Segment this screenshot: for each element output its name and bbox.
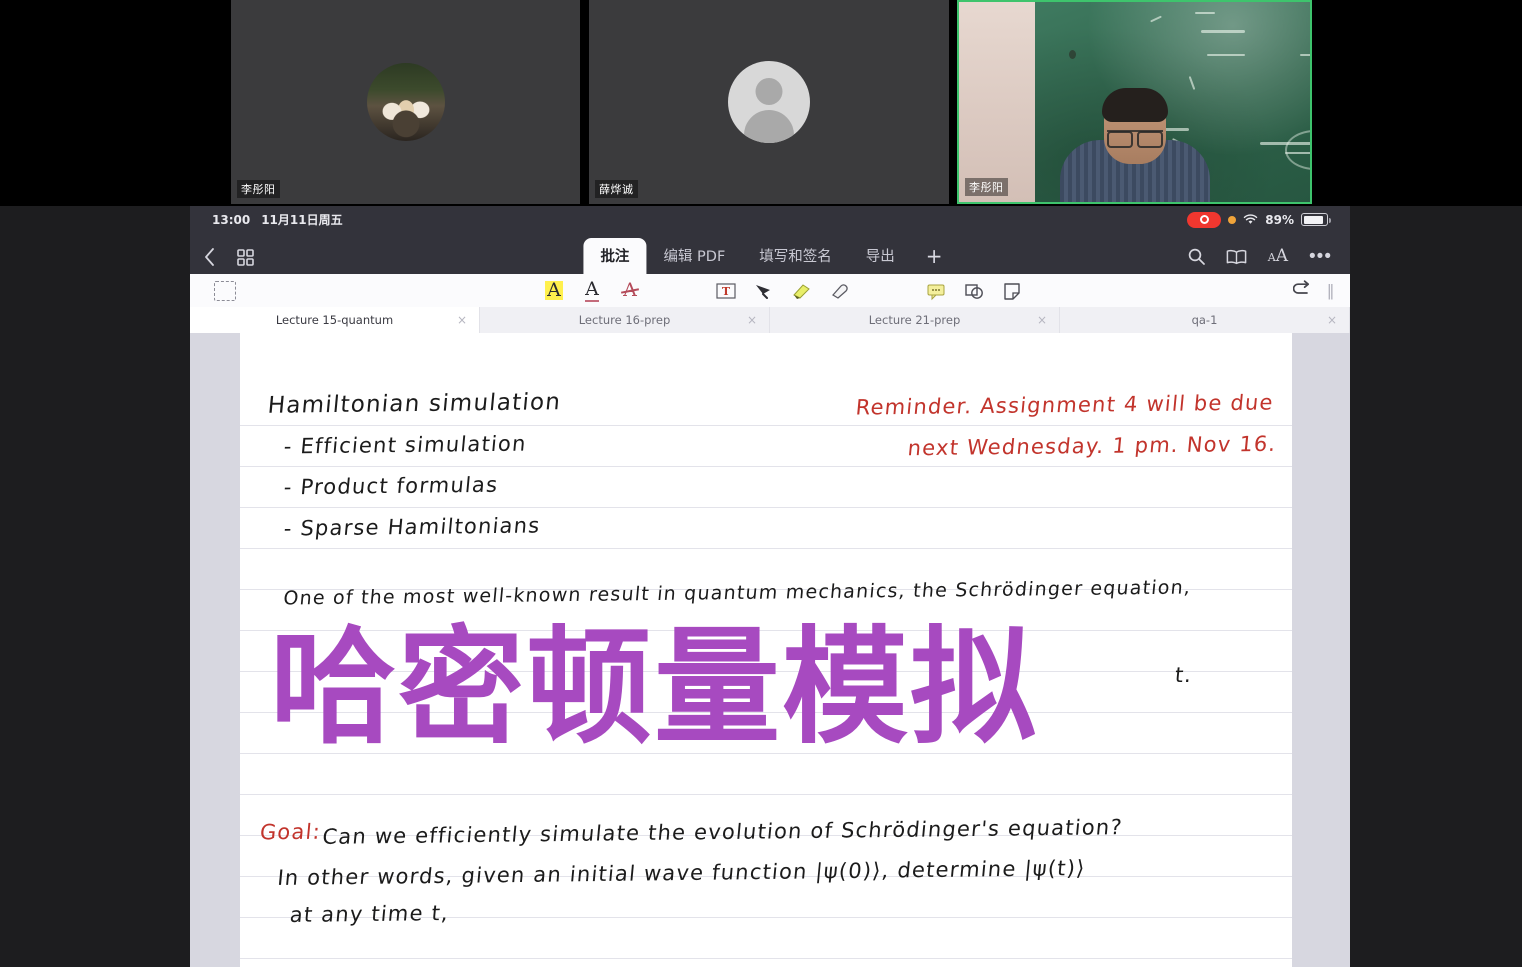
record-indicator [1187,211,1222,228]
reminder-line-2: next Wednesday. 1 pm. Nov 16. [906,431,1278,461]
sticky-note-icon[interactable] [993,276,1031,306]
tab-edit-pdf[interactable]: 编辑 PDF [646,238,742,274]
tab-annotate[interactable]: 批注 [583,238,647,274]
ipad-status-bar: 13:00 11月11日周五 89% [190,206,1350,233]
screen-root: 李彤阳 薛烨诚 李彤阳 13:00 11月11日周五 89% 批注 编辑 PDF… [0,0,1522,967]
detail-line-1: In other words, given an initial wave fu… [276,856,1087,890]
live-video-chalkboard [959,2,1310,202]
battery-icon [1301,213,1331,226]
text-size-icon[interactable]: AA [1268,248,1288,265]
orange-privacy-dot [1228,215,1237,224]
video-caption-overlay: 哈密顿量模拟 [270,614,1038,761]
highlight-text-icon[interactable]: A [535,276,573,306]
goal-label: Goal: [258,819,323,845]
doc-tab-label: Lecture 16-prep [578,313,671,327]
close-icon[interactable]: × [1037,313,1047,327]
doc-tab-lecture-21-prep[interactable]: Lecture 21-prep × [770,307,1060,333]
video-conference-strip: 李彤阳 薛烨诚 李彤阳 [0,0,1522,206]
close-icon[interactable]: × [747,313,757,327]
close-icon[interactable]: × [1327,313,1337,327]
note-heading: Hamiltonian simulation [266,389,563,419]
document-tab-strip: Lecture 15-quantum × Lecture 16-prep × L… [190,307,1350,333]
participant-name-3: 李彤阳 [965,178,1008,196]
pdf-annotation-app: 13:00 11月11日周五 89% 批注 编辑 PDF 填写和签名 导出 + … [190,206,1350,967]
eraser-icon[interactable] [821,276,859,306]
strikethrough-text-icon[interactable]: A [611,276,649,306]
svg-text:T: T [722,285,731,298]
detail-line-2: at any time t, [288,901,451,927]
highlighter-marker-icon[interactable] [783,276,821,306]
default-person-avatar [728,61,810,143]
doc-tab-label: Lecture 15-quantum [275,313,394,327]
participant-tile-3-active-speaker[interactable]: 李彤阳 [957,0,1312,204]
participant-name-2: 薛烨诚 [595,180,638,198]
search-icon[interactable] [1188,248,1205,265]
pen-icon[interactable] [745,276,783,306]
book-reader-icon[interactable] [1226,249,1247,265]
add-tab-button[interactable]: + [912,242,957,274]
note-body-line: One of the most well-known result in qua… [282,576,1193,610]
mode-tabs: 批注 编辑 PDF 填写和签名 导出 + [583,238,956,274]
drag-grip-icon[interactable]: || [1327,281,1334,301]
underline-text-icon[interactable]: A [573,276,611,306]
participant-name-1: 李彤阳 [237,180,280,198]
doc-tab-lecture-16-prep[interactable]: Lecture 16-prep × [480,307,770,333]
participant-tile-1[interactable]: 李彤阳 [231,0,580,204]
doc-tab-lecture-15-quantum[interactable]: Lecture 15-quantum × [190,307,480,333]
shapes-icon[interactable] [955,276,993,306]
tablet-device: 13:00 11月11日周五 89% 批注 编辑 PDF 填写和签名 导出 + … [0,206,1522,967]
more-horizontal-icon[interactable]: ••• [1309,246,1332,266]
tab-fill-and-sign[interactable]: 填写和签名 [742,238,849,274]
text-box-icon[interactable]: T [707,276,745,306]
doc-tab-label: Lecture 21-prep [868,313,961,327]
wifi-icon [1243,214,1258,225]
doc-tab-qa-1[interactable]: qa-1 × [1060,307,1350,333]
note-bullet-3: - Sparse Hamiltonians [282,513,542,541]
status-date: 11月11日周五 [261,213,343,227]
goal-text: Can we efficiently simulate the evolutio… [321,815,1124,849]
app-toolbar: 批注 编辑 PDF 填写和签名 导出 + AA ••• [190,233,1350,274]
grid-view-icon[interactable] [237,248,254,266]
chevron-left-icon[interactable] [204,248,215,266]
battery-percent: 89% [1265,212,1294,227]
reminder-line-1: Reminder. Assignment 4 will be due [854,390,1275,420]
note-bullet-1: - Efficient simulation [282,431,528,459]
participant-tile-2[interactable]: 薛烨诚 [589,0,949,204]
undo-icon[interactable] [1292,279,1313,303]
note-bullet-2: - Product formulas [282,472,500,500]
close-icon[interactable]: × [457,313,467,327]
note-clipped-right: t. [1173,662,1194,688]
tab-export[interactable]: 导出 [849,238,912,274]
doc-tab-label: qa-1 [1191,313,1218,327]
status-time: 13:00 [212,212,251,227]
selection-rectangle-icon[interactable] [214,280,236,301]
comment-bubble-icon[interactable] [917,276,955,306]
cats-photo-avatar [366,63,445,141]
annotation-toolbar: A A A T || [190,274,1350,307]
